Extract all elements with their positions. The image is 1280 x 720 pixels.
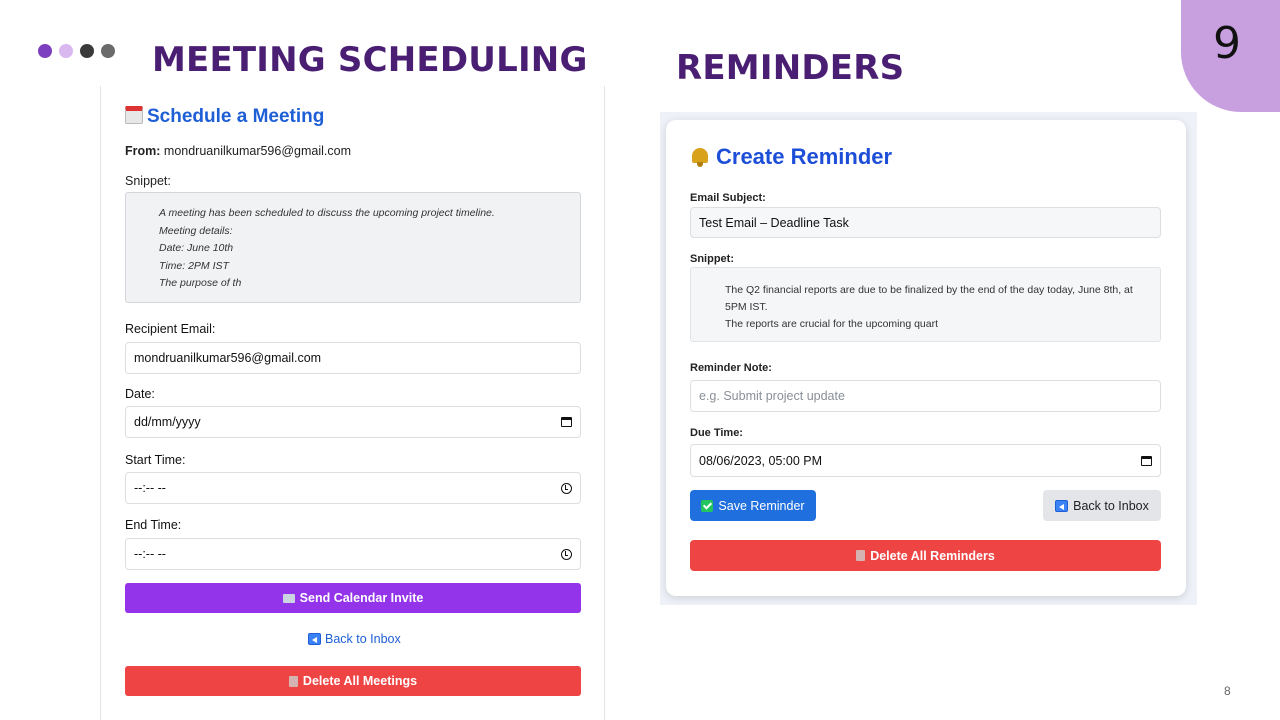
calendar-icon [125, 106, 143, 124]
clock-icon[interactable] [561, 548, 572, 560]
email-subject-value: Test Email – Deadline Task [699, 215, 849, 230]
reminder-form-title: Create Reminder [690, 144, 892, 170]
recipient-email-label: Recipient Email: [125, 322, 216, 336]
snippet-line: The purpose of th [159, 277, 242, 290]
meeting-title-text: Schedule a Meeting [147, 106, 325, 127]
slide-number: 9 [1213, 18, 1241, 69]
snippet-label: Snippet: [125, 174, 171, 188]
snippet-line: A meeting has been scheduled to discuss … [159, 207, 495, 219]
back-to-inbox-button[interactable]: Back to Inbox [1043, 490, 1161, 521]
back-to-inbox-link[interactable]: Back to Inbox [308, 632, 401, 646]
save-reminder-label: Save Reminder [718, 498, 805, 513]
recipient-email-input[interactable]: mondruanilkumar596@gmail.com [125, 342, 581, 374]
delete-meetings-label: Delete All Meetings [302, 674, 418, 688]
end-time-value: --:-- -- [134, 547, 166, 561]
snippet-line: The Q2 financial reports are due to be f… [725, 284, 1133, 313]
trash-icon [856, 550, 866, 561]
from-value: mondruanilkumar596@gmail.com [163, 144, 351, 158]
back-to-inbox-label: Back to Inbox [1073, 498, 1149, 513]
check-icon [701, 499, 714, 512]
delete-all-reminders-button[interactable]: Delete All Reminders [690, 540, 1161, 571]
end-time-input[interactable]: --:-- -- [125, 538, 581, 570]
calendar-picker-icon[interactable] [561, 417, 572, 427]
dot-3 [80, 44, 94, 58]
delete-reminders-label: Delete All Reminders [870, 548, 995, 563]
dot-2 [59, 44, 73, 58]
dot-4 [101, 44, 115, 58]
reminder-note-input[interactable]: e.g. Submit project update [690, 380, 1161, 412]
reminder-note-placeholder: e.g. Submit project update [699, 389, 845, 403]
due-time-label: Due Time: [690, 427, 743, 439]
date-label: Date: [125, 387, 155, 401]
reminder-note-label: Reminder Note: [690, 362, 772, 374]
meeting-form-title: Schedule a Meeting [125, 106, 324, 128]
page-number: 8 [1224, 684, 1231, 698]
due-time-value: 08/06/2023, 05:00 PM [699, 453, 823, 468]
back-arrow-icon [308, 633, 321, 645]
email-subject-input[interactable]: Test Email – Deadline Task [690, 207, 1161, 238]
calendar-picker-icon[interactable] [1141, 455, 1152, 466]
meeting-screenshot-panel: Schedule a Meeting From: mondruanilkumar… [100, 86, 605, 720]
decorative-dots [38, 44, 115, 58]
date-input[interactable]: dd/mm/yyyy [125, 406, 581, 438]
snippet-line: Date: June 10th [159, 242, 234, 255]
dot-1 [38, 44, 52, 58]
meeting-snippet-box: A meeting has been scheduled to discuss … [125, 192, 581, 303]
send-calendar-invite-button[interactable]: Send Calendar Invite [125, 583, 581, 613]
from-line: From: mondruanilkumar596@gmail.com [125, 144, 351, 158]
slide-title-reminders: REMINDERS [676, 48, 905, 88]
delete-all-meetings-button[interactable]: Delete All Meetings [125, 666, 581, 696]
start-time-value: --:-- -- [134, 481, 166, 495]
recipient-email-value: mondruanilkumar596@gmail.com [134, 351, 322, 365]
date-value: dd/mm/yyyy [134, 415, 201, 429]
start-time-label: Start Time: [125, 453, 186, 467]
slide-title-meeting-scheduling: MEETING SCHEDULING [152, 40, 588, 80]
back-to-inbox-label: Back to Inbox [325, 632, 401, 646]
reminder-snippet-box: The Q2 financial reports are due to be f… [690, 267, 1161, 342]
snippet-line: Time: 2PM IST [159, 259, 229, 272]
reminder-snippet-label: Snippet: [690, 253, 734, 265]
reminder-title-text: Create Reminder [716, 144, 893, 169]
bell-icon [690, 147, 710, 167]
back-arrow-icon [1055, 499, 1069, 512]
from-label: From: [125, 144, 161, 158]
snippet-line: The reports are crucial for the upcoming… [725, 318, 939, 330]
clock-icon[interactable] [561, 482, 572, 494]
snippet-line: Meeting details: [159, 224, 233, 237]
send-invite-label: Send Calendar Invite [299, 591, 424, 605]
envelope-icon [282, 593, 295, 603]
save-reminder-button[interactable]: Save Reminder [690, 490, 816, 521]
due-time-input[interactable]: 08/06/2023, 05:00 PM [690, 444, 1161, 477]
slide-number-tab: 9 [1181, 0, 1280, 112]
end-time-label: End Time: [125, 518, 182, 532]
email-subject-label: Email Subject: [690, 192, 766, 204]
start-time-input[interactable]: --:-- -- [125, 472, 581, 504]
trash-icon [288, 675, 298, 687]
